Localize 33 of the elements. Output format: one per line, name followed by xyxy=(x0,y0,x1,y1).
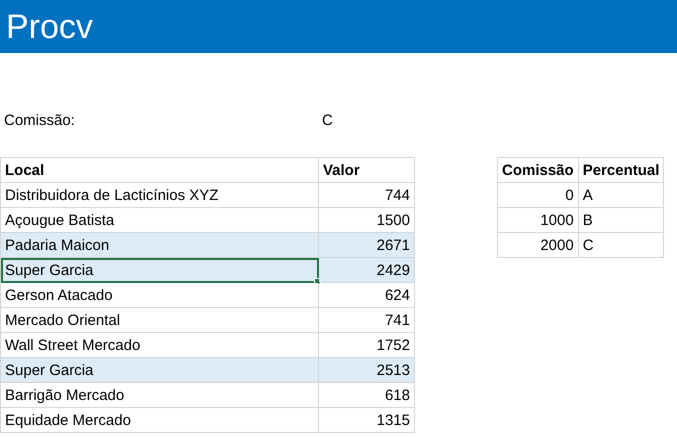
table-cell: B xyxy=(578,208,664,232)
table-cell: Padaria Maicon xyxy=(0,232,318,258)
table-cell: Wall Street Mercado xyxy=(0,332,318,358)
sheet-title: Procv xyxy=(6,10,93,44)
table-cell: 0 xyxy=(498,182,578,208)
table-cell: 624 xyxy=(318,282,414,308)
table-cell: 1752 xyxy=(318,332,414,358)
table-cell: 1000 xyxy=(498,208,578,232)
table-cell: Gerson Atacado xyxy=(0,282,318,308)
column-header: Percentual xyxy=(578,158,664,182)
lookup-value: C xyxy=(321,112,333,128)
table-cell: 744 xyxy=(318,182,414,208)
table-cell: Açougue Batista xyxy=(0,208,318,232)
table-cell: 2671 xyxy=(318,232,414,258)
table-cell: 2429 xyxy=(318,258,414,282)
table-cell: 2000 xyxy=(498,232,578,258)
table-cell: 1315 xyxy=(318,408,414,432)
selected-cell: Super Garcia xyxy=(0,258,318,282)
column-header: Valor xyxy=(318,158,414,182)
table-cell: Equidade Mercado xyxy=(0,408,318,432)
table-cell: 618 xyxy=(318,382,414,408)
column-header: Local xyxy=(0,158,318,182)
table-cell: Mercado Oriental xyxy=(0,308,318,332)
table-cell: Distribuidora de Lacticínios XYZ xyxy=(0,182,318,208)
table-cell: Super Garcia xyxy=(0,358,318,382)
lookup-label: Comissão: xyxy=(3,112,76,128)
table-cell: 741 xyxy=(318,308,414,332)
table-cell: 1500 xyxy=(318,208,414,232)
table-cell: C xyxy=(578,232,664,258)
table-cell: Barrigão Mercado xyxy=(0,382,318,408)
table-cell: 2513 xyxy=(318,358,414,382)
table-cell: A xyxy=(578,182,664,208)
column-header: Comissão xyxy=(498,158,578,182)
